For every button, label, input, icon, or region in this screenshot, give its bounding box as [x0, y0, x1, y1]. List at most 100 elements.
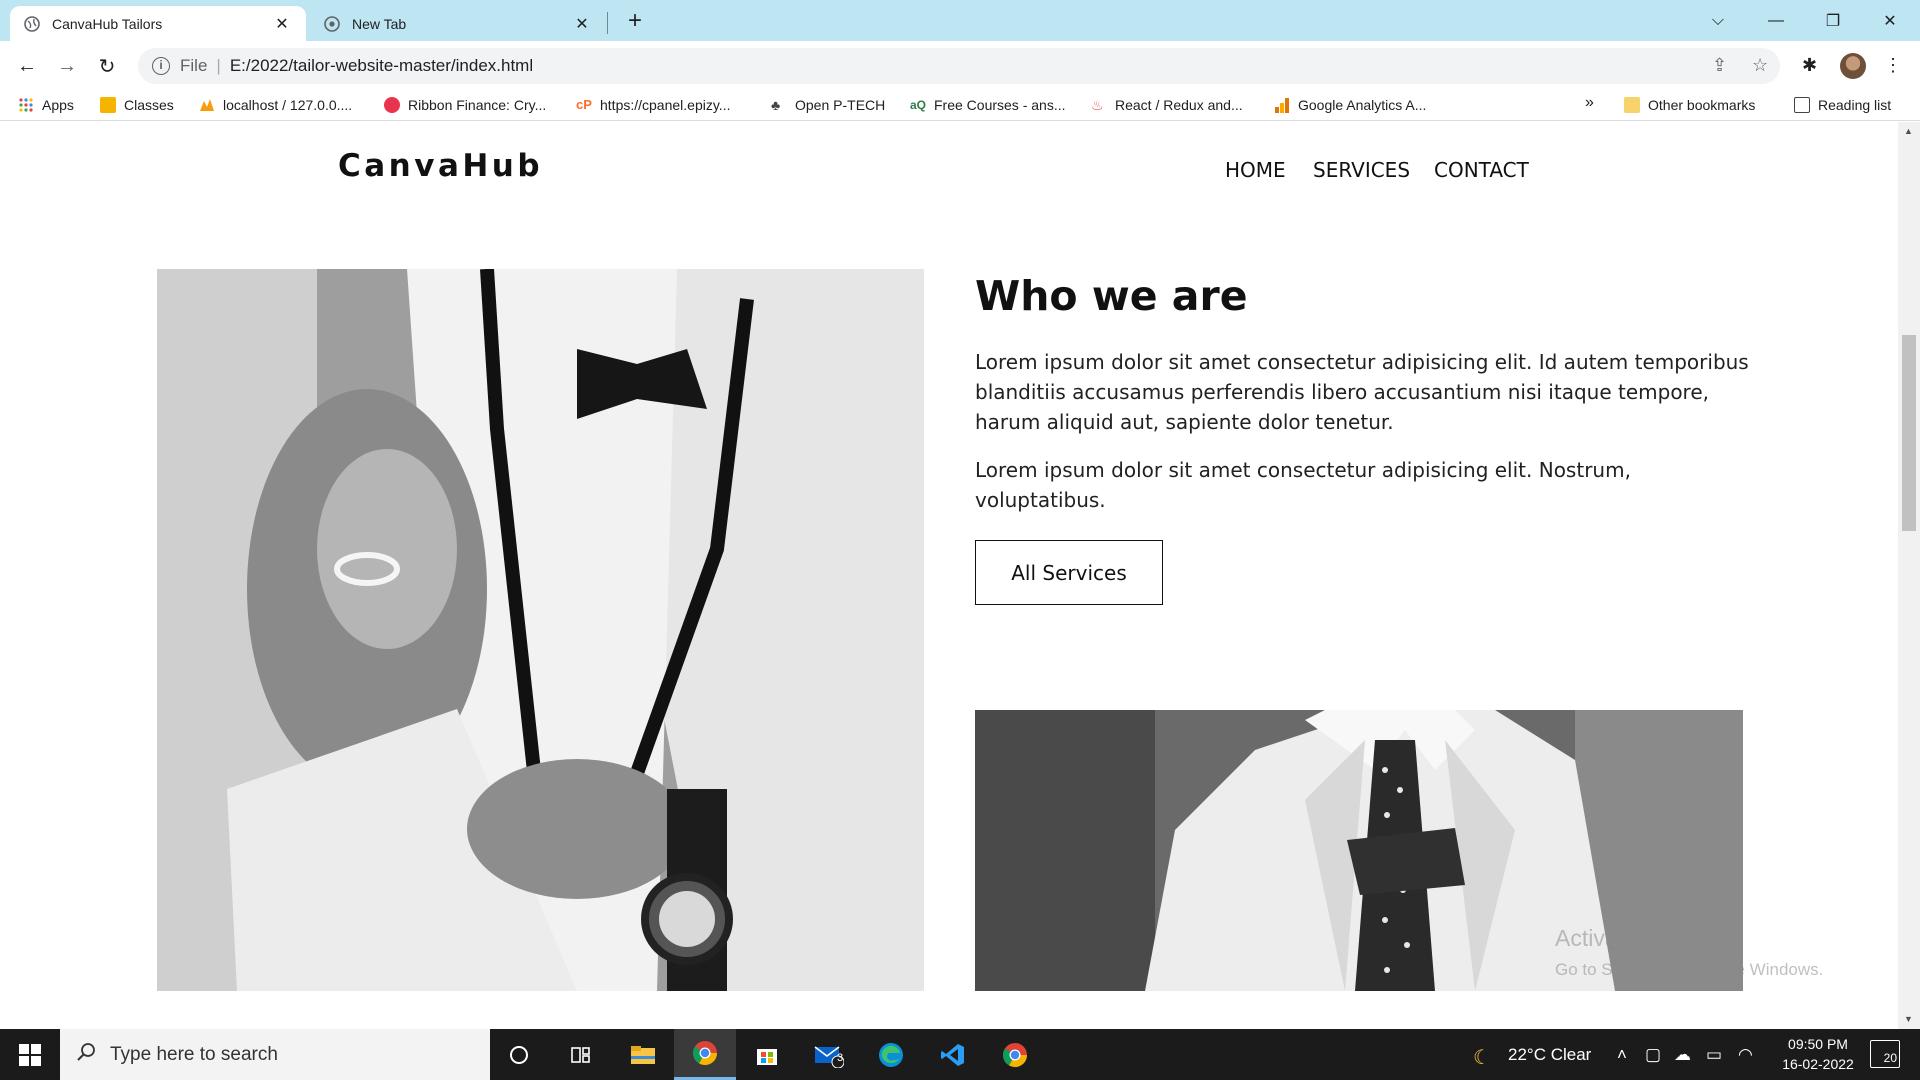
- task-view-icon[interactable]: [550, 1029, 612, 1080]
- bookmark-label: Classes: [124, 97, 174, 113]
- bookmark-star-icon[interactable]: ☆: [1752, 55, 1768, 76]
- windows-taskbar: Type here to search 3 ☾ 22°C Clear ˄ ▢ ☁…: [0, 1029, 1920, 1080]
- tab-separator: [607, 12, 608, 34]
- url-divider: |: [216, 56, 221, 75]
- analytics-icon: [1274, 97, 1290, 113]
- tab-new-tab[interactable]: New Tab ✕: [310, 6, 606, 41]
- site-logo[interactable]: CanvaHub: [338, 148, 543, 184]
- notification-count: 20: [1883, 1051, 1897, 1065]
- bookmark-cpanel[interactable]: cP https://cpanel.epizy...: [576, 97, 730, 113]
- bookmark-localhost[interactable]: localhost / 127.0.0....: [199, 97, 352, 113]
- share-icon[interactable]: ⇪: [1712, 55, 1727, 76]
- bookmark-apps[interactable]: Apps: [18, 97, 74, 113]
- bookmark-label: Ribbon Finance: Cry...: [408, 97, 547, 113]
- scroll-up-icon[interactable]: ▲: [1904, 126, 1913, 136]
- ptech-icon: ♣: [771, 97, 781, 113]
- onedrive-cloud-icon[interactable]: ☁: [1674, 1045, 1691, 1065]
- show-hidden-icons-chevron-icon[interactable]: ˄: [1617, 1045, 1627, 1065]
- back-icon[interactable]: ←: [12, 51, 42, 81]
- nav-contact[interactable]: CONTACT: [1434, 158, 1529, 182]
- nav-home[interactable]: HOME: [1225, 158, 1286, 182]
- tab-strip: CanvaHub Tailors ✕ New Tab ✕ + ⌵ — ❐ ✕: [0, 0, 1920, 41]
- activate-windows-subtitle: Go to Settings to activate Windows.: [1555, 960, 1824, 979]
- bookmarks-overflow-icon[interactable]: »: [1585, 94, 1594, 112]
- scrollbar-thumb[interactable]: [1902, 335, 1916, 531]
- taskbar-search-box[interactable]: Type here to search: [60, 1029, 490, 1080]
- bookmark-label: localhost / 127.0.0....: [223, 97, 353, 113]
- search-icon: [76, 1042, 96, 1068]
- mail-badge: 3: [837, 1052, 844, 1064]
- chrome-icon: [324, 15, 340, 32]
- about-paragraph-2: Lorem ipsum dolor sit amet consectetur a…: [975, 458, 1631, 512]
- nav-services[interactable]: SERVICES: [1313, 158, 1410, 182]
- udemy-icon: ♨: [1091, 97, 1104, 113]
- tab-canvahub[interactable]: CanvaHub Tailors ✕: [10, 6, 306, 41]
- file-explorer-icon[interactable]: [612, 1029, 674, 1080]
- bookmark-label: React / Redux and...: [1115, 97, 1243, 113]
- meet-now-icon[interactable]: ▢: [1645, 1045, 1661, 1065]
- new-tab-icon[interactable]: +: [620, 8, 650, 34]
- system-clock[interactable]: 09:50 PM 16-02-2022: [1768, 1034, 1868, 1074]
- bookmark-ptech[interactable]: ♣ Open P-TECH: [771, 97, 885, 113]
- close-tab-icon[interactable]: ✕: [272, 14, 292, 34]
- cortana-icon[interactable]: [488, 1029, 550, 1080]
- bookmark-label: Free Courses - ans...: [934, 97, 1066, 113]
- cpanel-icon: cP: [576, 97, 592, 112]
- vscode-icon[interactable]: [922, 1029, 984, 1080]
- windows-start-icon[interactable]: [0, 1029, 60, 1080]
- reading-list-icon: [1794, 97, 1810, 113]
- url-text: E:/2022/tailor-website-master/index.html: [229, 56, 534, 75]
- about-heading: Who we are: [975, 272, 1248, 320]
- tab-title: CanvaHub Tailors: [52, 15, 163, 32]
- search-placeholder: Type here to search: [110, 1043, 278, 1065]
- bookmark-label: https://cpanel.epizy...: [600, 97, 731, 113]
- ribbon-icon: [384, 97, 400, 113]
- url-scheme: File: [180, 56, 208, 75]
- close-tab-icon[interactable]: ✕: [572, 14, 592, 34]
- chrome-secondary-icon[interactable]: [984, 1029, 1046, 1080]
- notification-center-icon[interactable]: 20: [1870, 1040, 1900, 1068]
- bookmark-classes[interactable]: Classes: [100, 97, 174, 113]
- bookmark-ribbon[interactable]: Ribbon Finance: Cry...: [384, 97, 546, 113]
- microsoft-store-icon[interactable]: [736, 1029, 798, 1080]
- bookmark-label: Apps: [42, 97, 74, 113]
- weather-text[interactable]: 22°C Clear: [1508, 1045, 1591, 1065]
- minimize-icon[interactable]: —: [1748, 0, 1804, 41]
- bookmark-label: Google Analytics A...: [1298, 97, 1427, 113]
- wifi-icon[interactable]: ◠: [1738, 1045, 1753, 1065]
- reading-list[interactable]: Reading list: [1794, 97, 1891, 113]
- bookmark-google-analytics[interactable]: Google Analytics A...: [1274, 97, 1426, 113]
- profile-avatar[interactable]: [1840, 53, 1866, 79]
- bookmark-label: Open P-TECH: [795, 97, 886, 113]
- chrome-taskbar-icon[interactable]: [674, 1029, 736, 1080]
- activate-windows-title: Activate Windows: [1555, 925, 1737, 951]
- moon-weather-icon: ☾: [1473, 1047, 1491, 1069]
- clock-time: 09:50 PM: [1788, 1036, 1848, 1052]
- bookmark-free-courses[interactable]: aQ Free Courses - ans...: [910, 97, 1066, 113]
- battery-icon[interactable]: ▭: [1706, 1045, 1722, 1065]
- scroll-down-icon[interactable]: ▼: [1904, 1014, 1913, 1024]
- clock-date: 16-02-2022: [1782, 1056, 1854, 1072]
- forward-icon[interactable]: →: [52, 51, 82, 81]
- restore-icon[interactable]: ❐: [1805, 0, 1861, 41]
- tab-search-chevron-icon[interactable]: ⌵: [1690, 0, 1746, 41]
- page-viewport: CanvaHub HOME SERVICES CONTACT Who we ar…: [0, 122, 1898, 1029]
- extensions-puzzle-icon[interactable]: ✱: [1802, 55, 1817, 76]
- about-paragraph-1: Lorem ipsum dolor sit amet consectetur a…: [975, 350, 1749, 434]
- other-bookmarks-label: Other bookmarks: [1648, 97, 1756, 113]
- edge-icon[interactable]: [860, 1029, 922, 1080]
- window-close-icon[interactable]: ✕: [1862, 0, 1918, 41]
- other-bookmarks[interactable]: Other bookmarks: [1624, 97, 1755, 113]
- reading-list-label: Reading list: [1818, 97, 1892, 113]
- globe-icon: [24, 15, 40, 32]
- address-bar[interactable]: i File | E:/2022/tailor-website-master/i…: [138, 48, 1780, 84]
- reload-icon[interactable]: ↻: [92, 51, 122, 81]
- courses-icon: aQ: [910, 98, 927, 112]
- all-services-button[interactable]: All Services: [975, 540, 1163, 605]
- classroom-icon: [100, 97, 116, 113]
- mail-icon[interactable]: 3: [798, 1029, 860, 1080]
- menu-kebab-icon[interactable]: ⋮: [1884, 55, 1902, 76]
- bookmark-react-redux[interactable]: ♨ React / Redux and...: [1091, 97, 1243, 113]
- page-scrollbar[interactable]: ▲ ▼: [1898, 122, 1920, 1029]
- site-info-icon[interactable]: i: [152, 57, 170, 75]
